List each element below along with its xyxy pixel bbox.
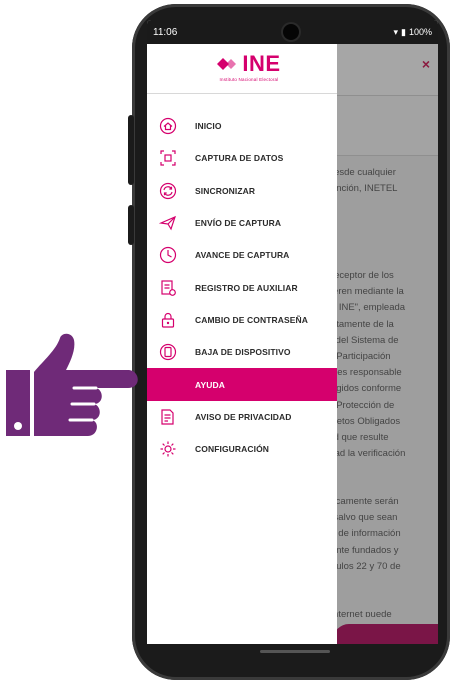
background-text: únicamente serán a, salvo que sean tos d… (323, 496, 401, 572)
home-icon (159, 118, 177, 135)
menu-label: CAMBIO DE CONTRASEÑA (195, 314, 308, 325)
logo-mark-icon (217, 58, 237, 70)
home-indicator[interactable] (260, 650, 330, 653)
menu-label: AYUDA (195, 379, 225, 390)
logo-text: INE (242, 51, 281, 76)
scan-icon (160, 150, 176, 167)
progress-icon (159, 247, 177, 264)
status-time: 11:06 (153, 26, 178, 38)
sync-icon (159, 182, 177, 199)
menu-label: INICIO (195, 121, 222, 132)
background-text: o receptor de los efieren mediante la o … (323, 270, 406, 460)
camera-hole (283, 24, 299, 40)
menu-item-registro-de-auxiliar[interactable]: REGISTRO DE AUXILIAR (147, 271, 337, 303)
background-button[interactable] (333, 624, 438, 644)
menu-item-ayuda[interactable]: AYUDA (147, 368, 337, 401)
menu-label: CAPTURA DE DATOS (195, 153, 284, 164)
menu-label: AVISO DE PRIVACIDAD (195, 411, 292, 422)
menu-item-sincronizar[interactable]: SINCRONIZAR (147, 175, 337, 207)
menu-item-envio-de-captura[interactable]: ENVÍO DE CAPTURA (147, 207, 337, 239)
settings-icon (160, 441, 176, 457)
logo-subtitle: Instituto Nacional Electoral (219, 77, 279, 82)
background-text: a internet puede (323, 609, 392, 617)
pointing-hand-icon (6, 333, 138, 436)
navigation-drawer: INE Instituto Nacional Electoral INICIO … (147, 44, 337, 644)
volume-button (128, 115, 134, 185)
signal-icon: ▾ (393, 26, 399, 37)
menu-item-baja-de-dispositivo[interactable]: BAJA DE DISPOSITIVO (147, 336, 337, 368)
privacy-icon (161, 409, 174, 425)
menu-item-captura-de-datos[interactable]: CAPTURA DE DATOS (147, 142, 337, 174)
drawer-menu: INICIO CAPTURA DE DATOS SINCRONIZAR ENVÍ… (147, 110, 337, 465)
menu-label: AVANCE DE CAPTURA (195, 250, 290, 261)
battery-icon: ▮ (401, 26, 406, 37)
device-icon (159, 344, 177, 361)
menu-label: ENVÍO DE CAPTURA (195, 218, 282, 229)
menu-label: SINCRONIZAR (195, 185, 256, 196)
menu-item-configuracion[interactable]: CONFIGURACIÓN (147, 433, 337, 465)
close-icon[interactable]: × (422, 56, 430, 72)
status-icons: ▾ ▮ 100% (393, 27, 432, 38)
menu-label: BAJA DE DISPOSITIVO (195, 347, 291, 358)
menu-item-inicio[interactable]: INICIO (147, 110, 337, 142)
register-icon (161, 280, 176, 296)
menu-label: CONFIGURACIÓN (195, 444, 270, 455)
menu-item-aviso-de-privacidad[interactable]: AVISO DE PRIVACIDAD (147, 401, 337, 433)
password-icon (161, 312, 175, 328)
phone-screen: × r desde cualquier atención, INETEL o r… (147, 20, 438, 644)
power-button (128, 205, 134, 245)
menu-item-cambio-de-contrasena[interactable]: CAMBIO DE CONTRASEÑA (147, 304, 337, 336)
menu-label: REGISTRO DE AUXILIAR (195, 282, 298, 293)
background-text: r desde cualquier atención, INETEL (323, 167, 398, 195)
menu-item-avance-de-captura[interactable]: AVANCE DE CAPTURA (147, 239, 337, 271)
send-icon (159, 215, 176, 231)
ine-logo: INE Instituto Nacional Electoral (199, 52, 299, 82)
battery-level: 100% (408, 27, 432, 37)
drawer-header: INE Instituto Nacional Electoral (147, 44, 337, 94)
